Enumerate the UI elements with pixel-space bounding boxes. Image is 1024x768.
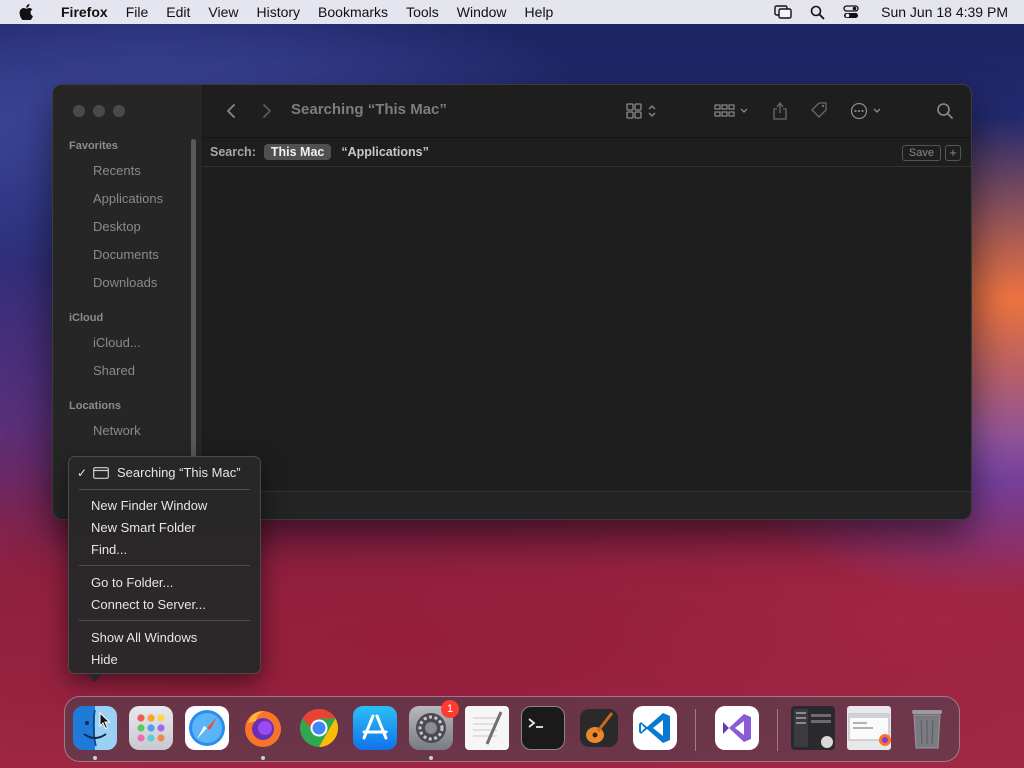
menu-item-open-window[interactable]: Searching “This Mac” bbox=[93, 465, 241, 480]
menubar-clock[interactable]: Sun Jun 18 4:39 PM bbox=[881, 4, 1008, 20]
sidebar-item-network[interactable]: Network bbox=[93, 423, 141, 438]
dock-trash-icon[interactable] bbox=[905, 706, 949, 750]
context-menu-pointer bbox=[88, 674, 102, 682]
menu-separator bbox=[79, 620, 250, 621]
menu-bookmarks[interactable]: Bookmarks bbox=[309, 0, 397, 24]
notification-badge: 1 bbox=[441, 700, 459, 718]
dock-divider bbox=[695, 709, 696, 751]
tag-icon[interactable] bbox=[807, 101, 831, 121]
add-criteria-button[interactable]: + bbox=[945, 145, 961, 161]
window-title: Searching “This Mac” bbox=[291, 101, 447, 118]
spotlight-search-icon[interactable] bbox=[807, 4, 827, 20]
dock-vscode-icon[interactable] bbox=[633, 706, 677, 750]
finder-sidebar: Favorites Recents Applications Desktop D… bbox=[53, 85, 203, 519]
close-window-button[interactable] bbox=[73, 105, 85, 117]
menu-window[interactable]: Window bbox=[448, 0, 516, 24]
menu-item-show-all-windows[interactable]: Show All Windows bbox=[91, 630, 197, 645]
menu-item-label: Searching “This Mac” bbox=[117, 465, 241, 480]
dock-downloads-stack-icon[interactable] bbox=[791, 706, 835, 750]
sidebar-item-desktop[interactable]: Desktop bbox=[93, 219, 141, 234]
sidebar-item-documents[interactable]: Documents bbox=[93, 247, 159, 262]
dock-garageband-icon[interactable] bbox=[577, 706, 621, 750]
dock-launchpad-icon[interactable] bbox=[129, 706, 173, 750]
sidebar-item-applications[interactable]: Applications bbox=[93, 191, 163, 206]
icon-view-grid-icon[interactable] bbox=[625, 101, 661, 121]
status-bar bbox=[203, 491, 971, 519]
control-center-icon[interactable] bbox=[841, 4, 861, 20]
menu-item-new-finder-window[interactable]: New Finder Window bbox=[91, 498, 207, 513]
finder-toolbar: Searching “This Mac” bbox=[203, 85, 971, 137]
menu-help[interactable]: Help bbox=[516, 0, 563, 24]
menu-edit[interactable]: Edit bbox=[157, 0, 199, 24]
dock-visual-studio-icon[interactable] bbox=[715, 706, 759, 750]
dock-context-menu: ✓ Searching “This Mac” New Finder Window… bbox=[68, 456, 261, 674]
dock-divider bbox=[777, 709, 778, 751]
screen-mirroring-icon[interactable] bbox=[773, 4, 793, 20]
menu-view[interactable]: View bbox=[199, 0, 247, 24]
search-results-area[interactable] bbox=[203, 167, 971, 491]
forward-chevron-icon[interactable] bbox=[259, 101, 275, 121]
running-indicator bbox=[261, 756, 265, 760]
dock-system-preferences-icon[interactable]: 1 bbox=[409, 700, 459, 750]
share-icon[interactable] bbox=[769, 101, 791, 121]
finder-window: Favorites Recents Applications Desktop D… bbox=[52, 84, 972, 520]
menu-tools[interactable]: Tools bbox=[397, 0, 448, 24]
menu-item-find[interactable]: Find... bbox=[91, 542, 127, 557]
dock-textedit-icon[interactable] bbox=[465, 706, 509, 750]
apple-menu-icon[interactable] bbox=[0, 4, 52, 20]
dock-chrome-icon[interactable] bbox=[297, 706, 341, 750]
sidebar-item-shared[interactable]: Shared bbox=[93, 363, 135, 378]
running-indicator bbox=[93, 756, 97, 760]
sidebar-item-downloads[interactable]: Downloads bbox=[93, 275, 157, 290]
menu-separator bbox=[79, 489, 250, 490]
window-icon bbox=[93, 466, 109, 479]
search-label: Search: bbox=[210, 145, 256, 159]
menu-file[interactable]: File bbox=[117, 0, 158, 24]
scope-applications-button[interactable]: “Applications” bbox=[341, 145, 429, 159]
menu-app-name[interactable]: Firefox bbox=[52, 0, 117, 24]
search-icon[interactable] bbox=[933, 101, 957, 121]
search-scope-bar: Search: This Mac “Applications” Save + bbox=[203, 137, 971, 167]
dock-safari-icon[interactable] bbox=[185, 706, 229, 750]
menu-separator bbox=[79, 565, 250, 566]
menu-item-hide[interactable]: Hide bbox=[91, 652, 118, 667]
dock: 1 bbox=[64, 696, 960, 762]
checkmark-icon: ✓ bbox=[77, 466, 88, 480]
menu-item-go-to-folder[interactable]: Go to Folder... bbox=[91, 575, 173, 590]
save-search-button[interactable]: Save bbox=[901, 145, 941, 161]
dock-terminal-icon[interactable] bbox=[521, 706, 565, 750]
menu-bar: Firefox File Edit View History Bookmarks… bbox=[0, 0, 1024, 24]
minimize-window-button[interactable] bbox=[93, 105, 105, 117]
sidebar-item-recents[interactable]: Recents bbox=[93, 163, 141, 178]
sidebar-scrollbar[interactable] bbox=[191, 139, 196, 459]
dock-documents-stack-icon[interactable] bbox=[847, 706, 891, 750]
sidebar-heading-locations: Locations bbox=[69, 400, 121, 412]
sidebar-heading-icloud: iCloud bbox=[69, 312, 104, 324]
sidebar-item-icloud-drive[interactable]: iCloud... bbox=[93, 335, 141, 350]
scope-this-mac-button[interactable]: This Mac bbox=[263, 144, 332, 160]
window-controls bbox=[73, 105, 125, 117]
dock-firefox-icon[interactable] bbox=[241, 706, 285, 750]
running-indicator bbox=[429, 756, 433, 760]
group-by-icon[interactable] bbox=[713, 101, 751, 121]
more-actions-icon[interactable] bbox=[849, 101, 887, 121]
menu-history[interactable]: History bbox=[247, 0, 309, 24]
menu-item-connect-to-server[interactable]: Connect to Server... bbox=[91, 597, 206, 612]
back-chevron-icon[interactable] bbox=[223, 101, 239, 121]
sidebar-heading-favorites: Favorites bbox=[69, 140, 118, 152]
dock-app-store-icon[interactable] bbox=[353, 706, 397, 750]
mouse-cursor-icon bbox=[99, 712, 111, 730]
menu-item-new-smart-folder[interactable]: New Smart Folder bbox=[91, 520, 196, 535]
zoom-window-button[interactable] bbox=[113, 105, 125, 117]
